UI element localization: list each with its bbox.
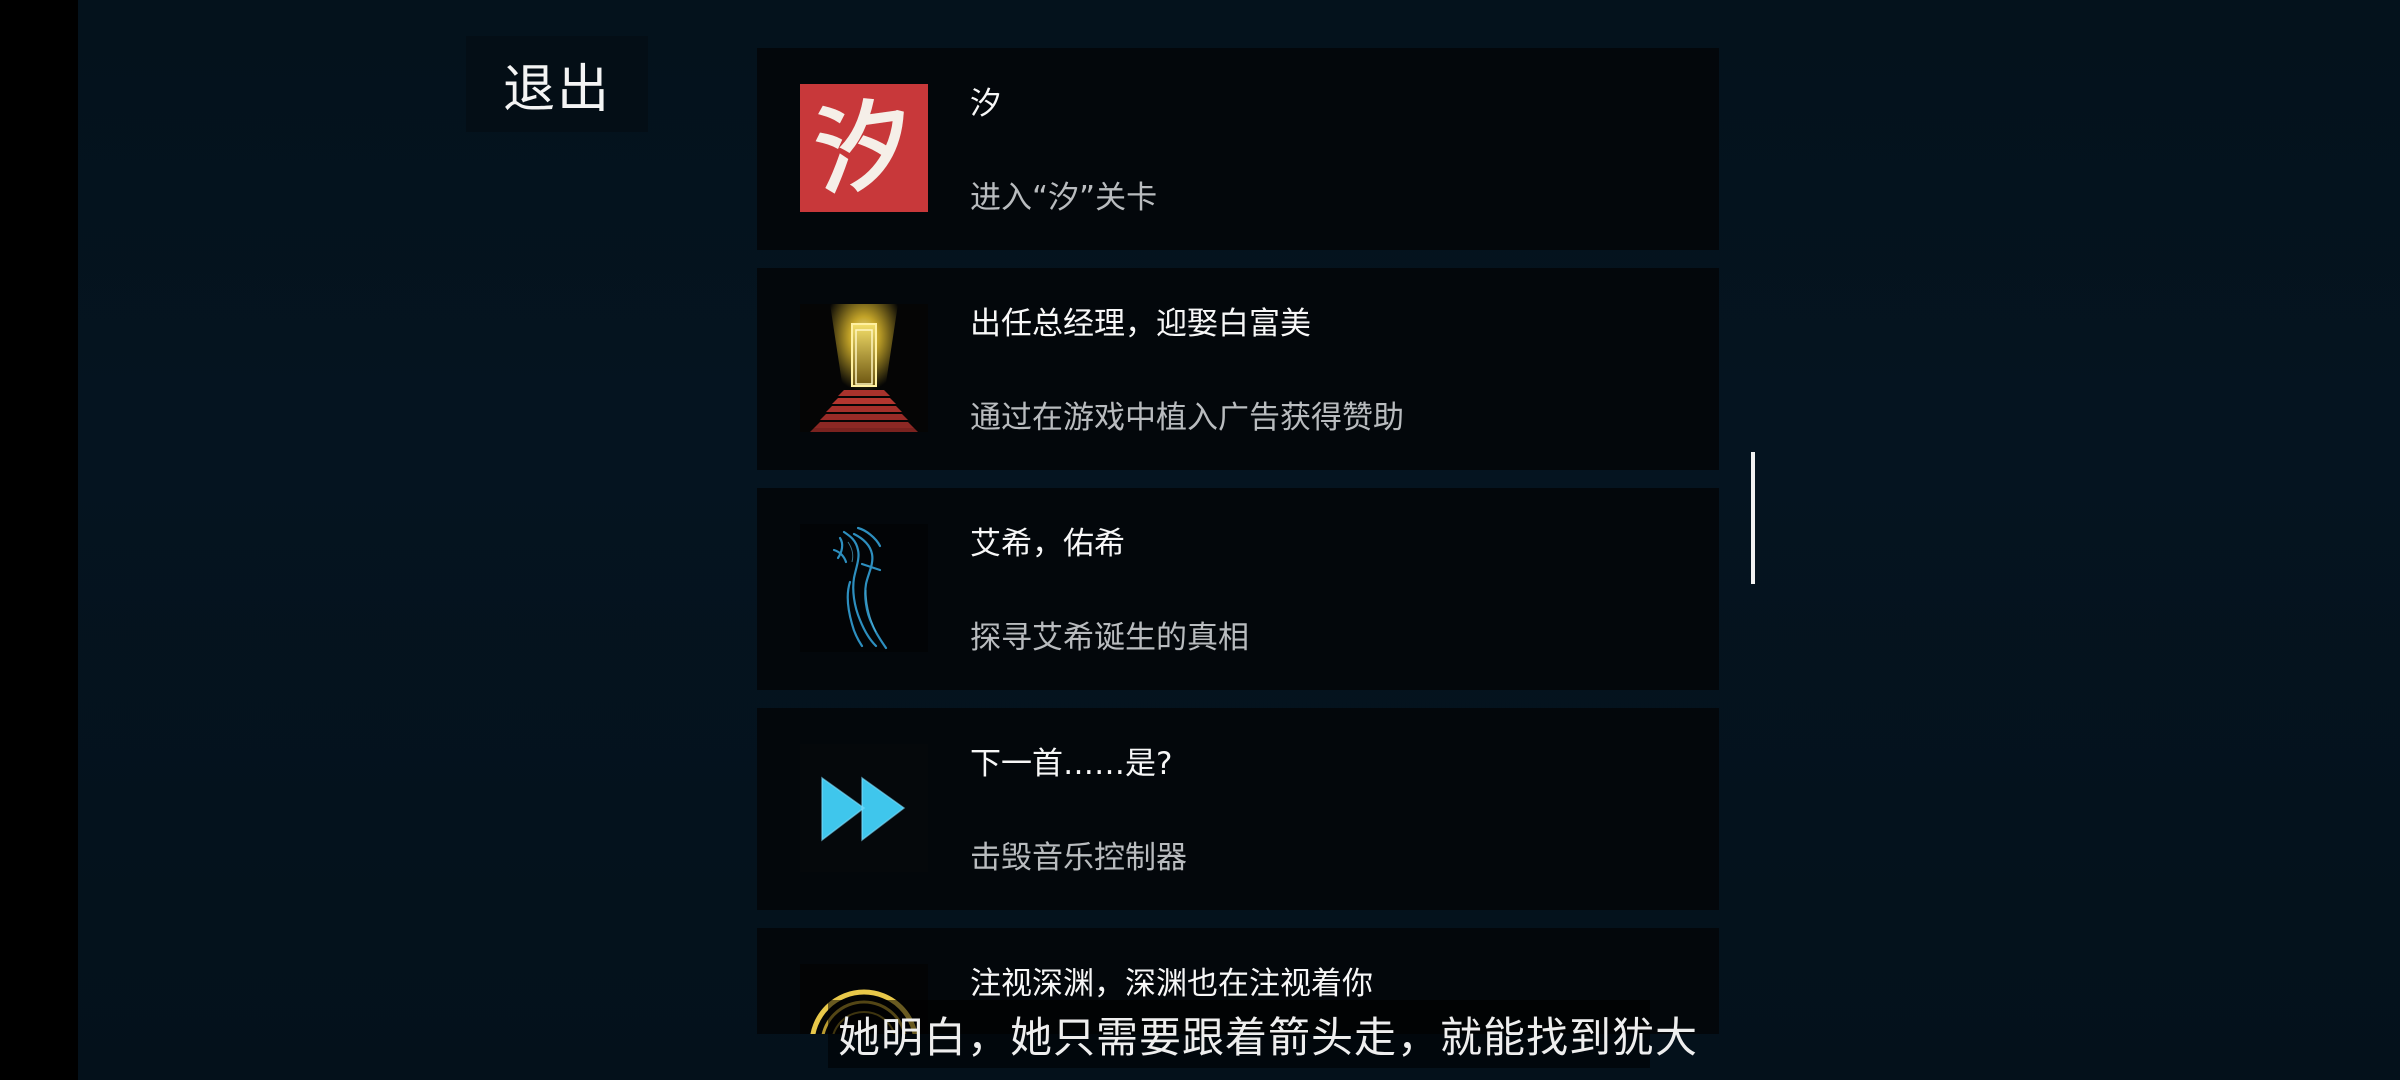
scrollbar-thumb[interactable] [1751, 452, 1755, 584]
achievement-item[interactable]: 下一首……是? 击毁音乐控制器 [757, 708, 1719, 910]
left-black-bar [0, 0, 78, 1080]
achievement-item[interactable]: 出任总经理，迎娶白富美 通过在游戏中植入广告获得赞助 [757, 268, 1719, 470]
scythe-icon [800, 524, 928, 652]
exit-button[interactable]: 退出 [466, 36, 648, 132]
fast-forward-icon [800, 744, 928, 872]
xi-glyph: 汐 [808, 84, 920, 211]
achievement-description: 击毁音乐控制器 [970, 840, 1187, 876]
achievement-title: 出任总经理，迎娶白富美 [970, 306, 1311, 342]
achievement-item[interactable]: 汐 汐 进入“汐”关卡 [757, 48, 1719, 250]
achievement-title: 注视深渊，深渊也在注视着你 [970, 966, 1373, 1002]
achievement-title: 下一首……是? [970, 746, 1173, 782]
achievement-description: 探寻艾希诞生的真相 [970, 620, 1249, 656]
achievement-list[interactable]: 汐 汐 进入“汐”关卡 出任总经理，迎娶白富美 通过在游戏中植入广告获得赞助 艾… [757, 48, 1719, 1034]
achievement-item[interactable]: 艾希，佑希 探寻艾希诞生的真相 [757, 488, 1719, 690]
golden-door-stairs-icon [800, 304, 928, 432]
achievement-description: 进入“汐”关卡 [970, 180, 1158, 216]
xi-character-icon: 汐 [800, 84, 928, 212]
achievement-description: 通过在游戏中植入广告获得赞助 [970, 400, 1404, 436]
dialogue-subtitle: 她明白，她只需要跟着箭头走，就能找到犹大 [838, 1013, 1699, 1062]
achievement-title: 汐 [970, 86, 1001, 122]
achievement-title: 艾希，佑希 [970, 526, 1125, 562]
